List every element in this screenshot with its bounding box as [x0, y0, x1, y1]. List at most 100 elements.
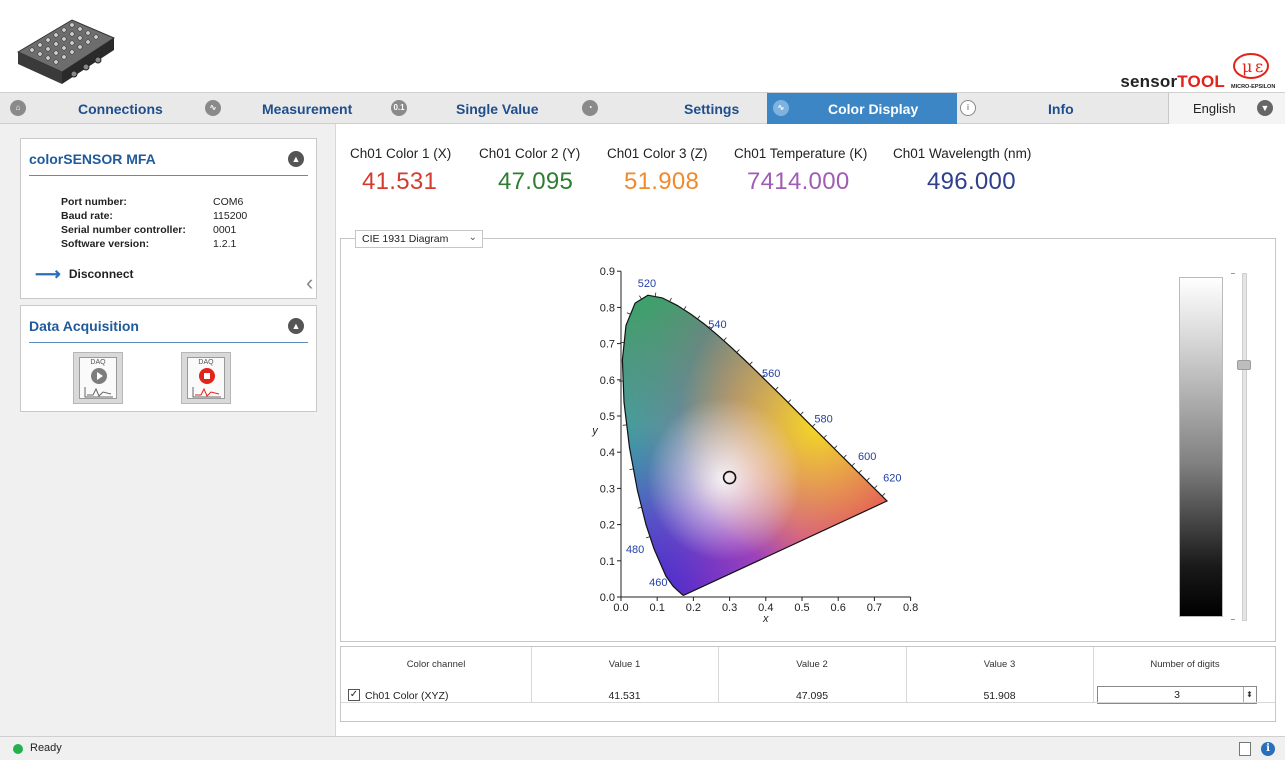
- locus-tick: [775, 386, 779, 391]
- x-axis-label: x: [762, 613, 769, 625]
- info-icon[interactable]: i: [1261, 742, 1275, 756]
- collapse-pane-icon[interactable]: ‹: [306, 270, 313, 296]
- readout-color-2: Ch01 Color 2 (Y) 47.095: [479, 146, 581, 195]
- signal-graph-icon: [192, 387, 221, 398]
- cie-diagram-panel: CIE 1931 Diagram ⌄ 0.0 0.1 0.2 0.3 0.4 0…: [340, 230, 1276, 642]
- readout-value: 51.908: [624, 168, 700, 195]
- locus-tick: [823, 434, 827, 439]
- daq-panel-title: Data Acquisition: [29, 318, 139, 334]
- wavelength-label: 460: [649, 577, 667, 589]
- y-tick-label: 0.2: [600, 520, 615, 532]
- daq-start-button[interactable]: DAQ: [73, 352, 123, 404]
- y-tick-label: 0.1: [600, 556, 615, 568]
- locus-tick: [646, 536, 651, 539]
- locus-tick: [736, 349, 740, 353]
- color-values-table: Color channel Value 1 Value 2 Value 3 Nu…: [340, 646, 1276, 722]
- tab-measurement[interactable]: ∿ Measurement: [195, 93, 385, 124]
- tab-connections[interactable]: ⌂ Connections: [0, 93, 195, 124]
- sensor-info-panel: colorSENSOR MFA ▲ Port number: COM6 Baud…: [20, 138, 317, 299]
- column-header: Value 1: [608, 659, 641, 670]
- document-icon[interactable]: [1239, 742, 1251, 756]
- locus-tick: [787, 399, 792, 403]
- device-image: [16, 19, 116, 84]
- tab-color-display[interactable]: ∿ Color Display: [767, 93, 957, 124]
- y-tick-label: 0.7: [600, 339, 615, 351]
- collapse-icon[interactable]: ▲: [288, 151, 304, 167]
- channel-label: Ch01 Color (XYZ): [365, 690, 449, 702]
- readout-value: 41.531: [362, 168, 438, 195]
- x-tick-label: 0.6: [831, 602, 846, 614]
- status-text: Ready: [30, 742, 62, 754]
- wavelength-label: 520: [638, 278, 656, 290]
- locus-tick: [749, 361, 753, 365]
- scale-tick: [1231, 273, 1235, 274]
- svg-text:MICRO-EPSILON: MICRO-EPSILON: [1231, 84, 1275, 90]
- home-icon: ⌂: [10, 100, 26, 116]
- settings-icon: ◔: [582, 100, 598, 116]
- channel-checkbox[interactable]: ✓: [348, 689, 360, 701]
- stop-icon: [199, 368, 215, 384]
- x-tick-label: 0.0: [613, 602, 628, 614]
- y-tick-label: 0.3: [600, 483, 615, 495]
- y-tick-label: 0.0: [600, 592, 615, 604]
- wavelength-label: 540: [708, 319, 726, 331]
- readout-value: 7414.000: [747, 168, 850, 195]
- locus-tick: [881, 493, 886, 497]
- column-header: Color channel: [406, 659, 466, 670]
- x-tick-label: 0.1: [650, 602, 665, 614]
- readout-value: 496.000: [927, 168, 1016, 195]
- tab-settings[interactable]: ◔ Settings: [575, 93, 767, 124]
- tab-single-value[interactable]: 0.1 Single Value: [385, 93, 575, 124]
- column-header: Value 2: [796, 659, 828, 670]
- language-select[interactable]: English ▼: [1168, 93, 1285, 124]
- value-2-cell: 47.095: [795, 690, 829, 702]
- readout-color-3: Ch01 Color 3 (Z) 51.908: [607, 146, 708, 195]
- collapse-icon[interactable]: ▲: [288, 318, 304, 334]
- data-acquisition-panel: Data Acquisition ▲ DAQ DAQ: [20, 305, 317, 412]
- wavelength-label: 580: [814, 414, 832, 426]
- svg-text:μ: μ: [1242, 57, 1252, 76]
- x-tick-label: 0.5: [794, 602, 809, 614]
- locus-tick: [843, 454, 847, 459]
- waveform-icon: ∿: [205, 100, 221, 116]
- locus-tick: [654, 292, 657, 297]
- chromaticity-gamut: [622, 295, 888, 596]
- cie-1931-chart: 0.0 0.1 0.2 0.3 0.4 0.5 0.6 0.7 0.8 0.0 0.1 0.2 0.3 0…: [591, 266, 918, 625]
- status-indicator-icon: [13, 744, 23, 754]
- y-tick-label: 0.9: [600, 266, 615, 278]
- locus-tick: [683, 306, 687, 310]
- locus-tick: [637, 506, 642, 509]
- app-window: sensorTOOL μ ε MICRO-EPSILON ⌂ Connectio…: [0, 0, 1285, 760]
- y-tick-label: 0.8: [600, 302, 615, 314]
- locus-tick: [639, 295, 642, 300]
- micro-epsilon-logo: μ ε MICRO-EPSILON: [1231, 53, 1275, 90]
- locus-tick: [866, 477, 870, 482]
- brand-logo: sensorTOOL: [1120, 72, 1225, 91]
- brightness-slider-track[interactable]: [1242, 273, 1247, 621]
- daq-stop-button[interactable]: DAQ: [181, 352, 231, 404]
- locus-tick: [697, 315, 701, 320]
- column-header: Value 3: [983, 659, 1016, 670]
- x-tick-label: 0.8: [903, 602, 918, 614]
- diagram-type-select[interactable]: CIE 1931 Diagram ⌄: [355, 230, 483, 248]
- scale-tick: [1231, 619, 1235, 620]
- info-icon: i: [960, 100, 976, 116]
- play-icon: [91, 368, 107, 384]
- locus-tick: [626, 312, 631, 315]
- value-3-cell: 51.908: [983, 690, 1016, 702]
- y-axis-label: y: [591, 425, 599, 437]
- y-tick-label: 0.5: [600, 411, 615, 423]
- header: sensorTOOL μ ε MICRO-EPSILON: [0, 0, 1285, 92]
- locus-tick: [833, 445, 838, 449]
- brightness-slider-handle[interactable]: [1237, 360, 1251, 370]
- divider: [29, 342, 308, 343]
- x-tick-label: 0.3: [722, 602, 737, 614]
- tab-info[interactable]: i Info: [957, 93, 1168, 124]
- x-tick-label: 0.7: [867, 602, 882, 614]
- arrow-right-icon: ⟶: [35, 264, 61, 284]
- chevron-down-icon: ▼: [1257, 100, 1273, 116]
- locus-tick: [723, 337, 727, 341]
- digits-spinner-icon[interactable]: ⬍: [1243, 687, 1255, 703]
- disconnect-button[interactable]: ⟶ Disconnect: [35, 264, 134, 284]
- readout-value: 47.095: [498, 168, 574, 195]
